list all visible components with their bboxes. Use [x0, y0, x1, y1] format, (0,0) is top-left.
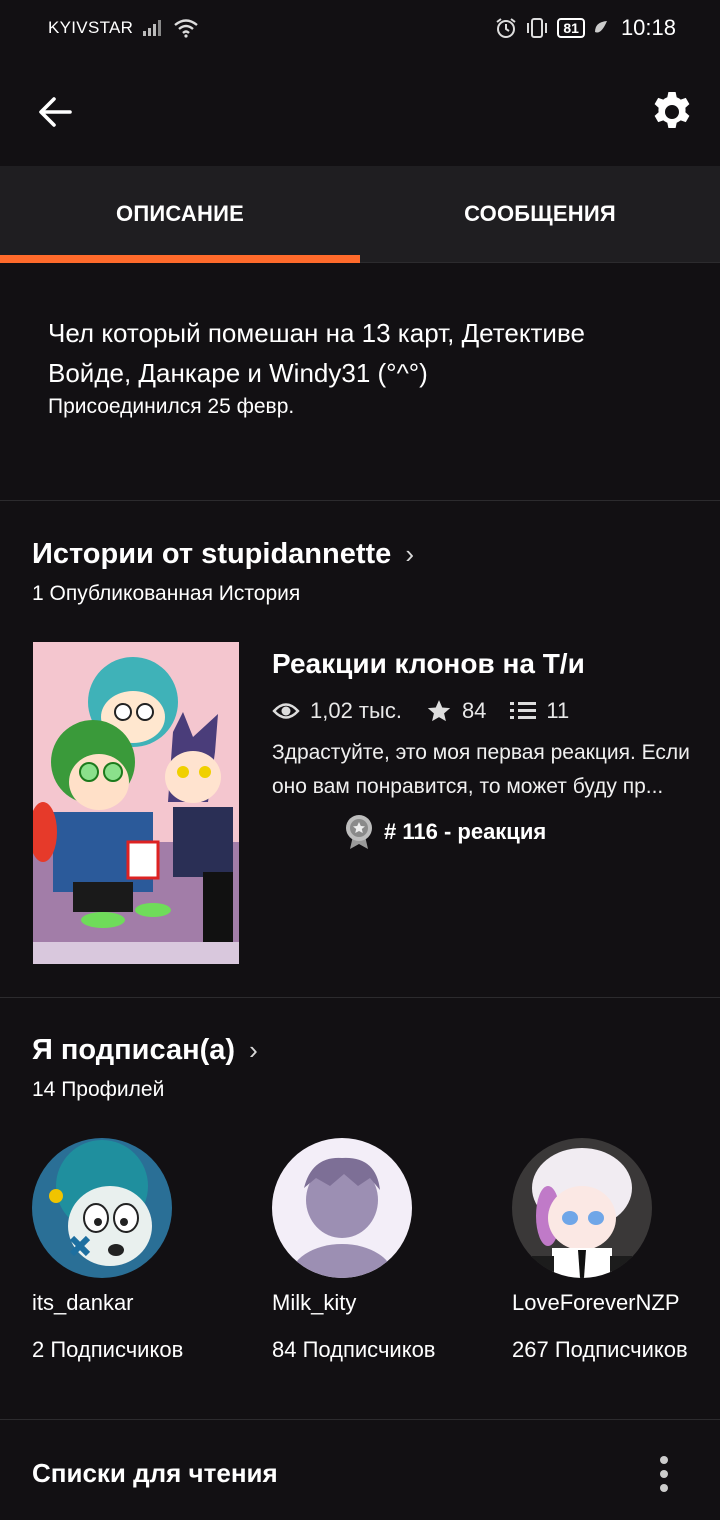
- stories-section: Истории от stupidannette › 1 Опубликован…: [0, 502, 720, 998]
- clock: 10:18: [620, 15, 676, 40]
- profile-followers: 84 Подписчиков: [272, 1337, 436, 1362]
- following-title: Я подписан(а): [32, 1034, 236, 1066]
- leaf-icon: [594, 21, 607, 33]
- votes-count: 84: [461, 698, 487, 723]
- profile-name: Milk_kity: [272, 1290, 357, 1315]
- profile-followers: 2 Подписчиков: [32, 1337, 184, 1362]
- following-section: Я подписан(а) › 14 Профилей its_dankar 2…: [0, 998, 720, 1420]
- list-icon: [510, 702, 537, 719]
- eye-icon: [272, 703, 300, 719]
- avatar[interactable]: [272, 1138, 412, 1278]
- tab-messages[interactable]: СООБЩЕНИЯ: [360, 166, 720, 262]
- tab-description[interactable]: ОПИСАНИЕ: [0, 166, 360, 263]
- stories-count: 1 Опубликованная История: [32, 582, 301, 605]
- carrier-name: KYIVSTAR: [48, 18, 134, 37]
- battery-indicator: 81: [557, 18, 585, 38]
- story-card[interactable]: Реакции клонов на Т/и 1,02 тыс. 84 11 Зд…: [272, 648, 692, 850]
- profile-tabs: ОПИСАНИЕ СООБЩЕНИЯ: [0, 166, 720, 263]
- vibrate-icon: [527, 18, 548, 38]
- profile-card[interactable]: LoveForeverNZP 267 Подписчиков: [512, 1138, 702, 1364]
- chevron-right-icon: ›: [249, 1035, 258, 1065]
- avatar[interactable]: [512, 1138, 652, 1278]
- about-section: Чел который помешан на 13 карт, Детектив…: [0, 263, 720, 501]
- story-rank: # 116 - реакция: [344, 814, 692, 850]
- following-count: 14 Профилей: [32, 1078, 165, 1101]
- back-arrow-icon[interactable]: [36, 92, 76, 132]
- top-app-bar: [0, 56, 720, 166]
- stories-header[interactable]: Истории от stupidannette ›: [32, 538, 414, 571]
- story-title: Реакции клонов на Т/и: [272, 648, 585, 679]
- profile-description: Чел который помешан на 13 карт, Детектив…: [48, 318, 585, 388]
- signal-icon: [143, 20, 162, 36]
- gear-icon[interactable]: [648, 88, 696, 136]
- wifi-icon: [174, 19, 198, 38]
- parts-count: 11: [546, 698, 570, 723]
- reading-lists-section: Списки для чтения: [0, 1420, 720, 1520]
- views-count: 1,02 тыс.: [310, 698, 402, 723]
- avatar[interactable]: [32, 1138, 172, 1278]
- following-header[interactable]: Я подписан(а) ›: [32, 1034, 258, 1067]
- story-cover-image[interactable]: [33, 642, 239, 964]
- profile-followers: 267 Подписчиков: [512, 1337, 688, 1362]
- ribbon-badge-icon: [346, 815, 372, 849]
- reading-lists-title: Списки для чтения: [32, 1458, 278, 1488]
- profile-card[interactable]: Milk_kity 84 Подписчиков: [272, 1138, 472, 1364]
- profile-name: its_dankar: [32, 1290, 134, 1315]
- story-description: Здрастуйте, это моя первая реакция. Если…: [272, 741, 690, 798]
- rank-label: # 116 - реакция: [384, 819, 547, 844]
- story-stats: 1,02 тыс. 84 11: [272, 698, 692, 724]
- joined-date: Присоединился 25 февр.: [48, 395, 295, 418]
- more-vert-icon[interactable]: [650, 1454, 678, 1494]
- status-bar: KYIVSTAR 81 10:18: [0, 0, 720, 56]
- chevron-right-icon: ›: [405, 539, 414, 569]
- profile-name: LoveForeverNZP: [512, 1290, 680, 1315]
- alarm-icon: [496, 18, 516, 38]
- profile-card[interactable]: its_dankar 2 Подписчиков: [32, 1138, 232, 1364]
- stories-title: Истории от stupidannette: [32, 538, 392, 570]
- star-icon: [427, 700, 451, 722]
